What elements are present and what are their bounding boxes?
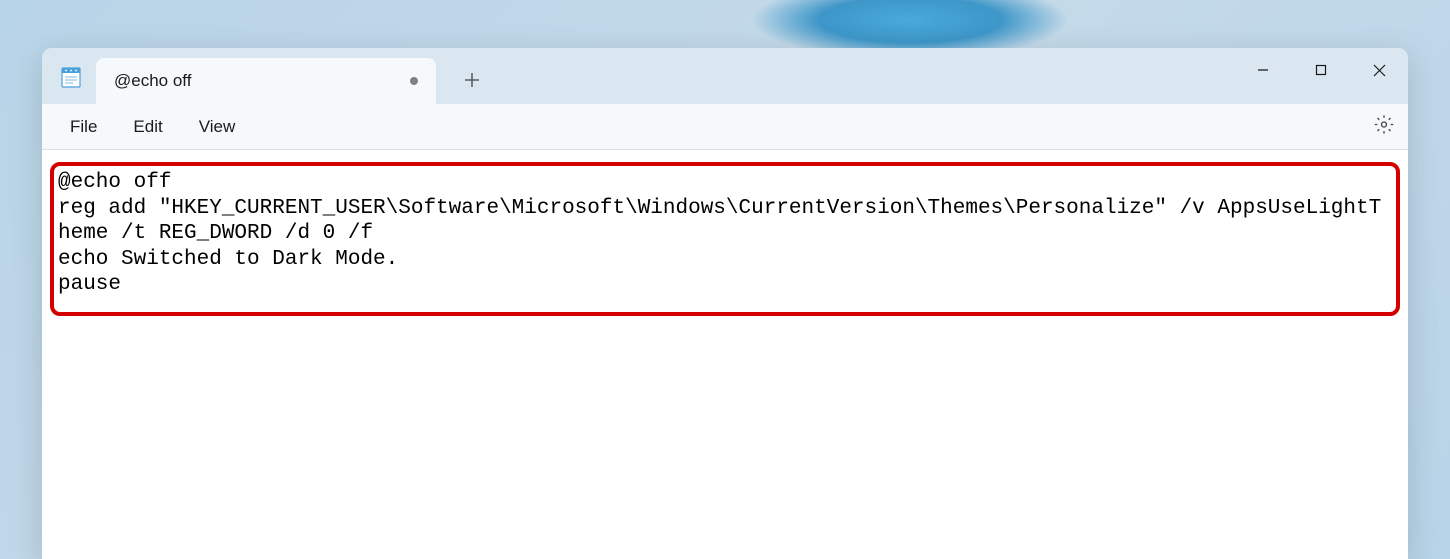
window-controls — [1234, 48, 1408, 92]
notepad-app-icon — [60, 66, 82, 88]
text-editor[interactable]: @echo off reg add "HKEY_CURRENT_USER\Sof… — [50, 164, 1400, 304]
notepad-window: @echo off File Edit View — [42, 48, 1408, 559]
menu-view[interactable]: View — [181, 111, 254, 143]
close-button[interactable] — [1350, 48, 1408, 92]
new-tab-button[interactable] — [452, 60, 492, 100]
menubar: File Edit View — [42, 104, 1408, 150]
titlebar: @echo off — [42, 48, 1408, 104]
minimize-button[interactable] — [1234, 48, 1292, 92]
maximize-button[interactable] — [1292, 48, 1350, 92]
menu-file[interactable]: File — [52, 111, 115, 143]
settings-button[interactable] — [1374, 114, 1394, 139]
unsaved-indicator-icon — [410, 77, 418, 85]
menu-edit[interactable]: Edit — [115, 111, 180, 143]
editor-area: @echo off reg add "HKEY_CURRENT_USER\Sof… — [42, 150, 1408, 559]
tab-title: @echo off — [114, 71, 398, 91]
document-tab[interactable]: @echo off — [96, 58, 436, 104]
